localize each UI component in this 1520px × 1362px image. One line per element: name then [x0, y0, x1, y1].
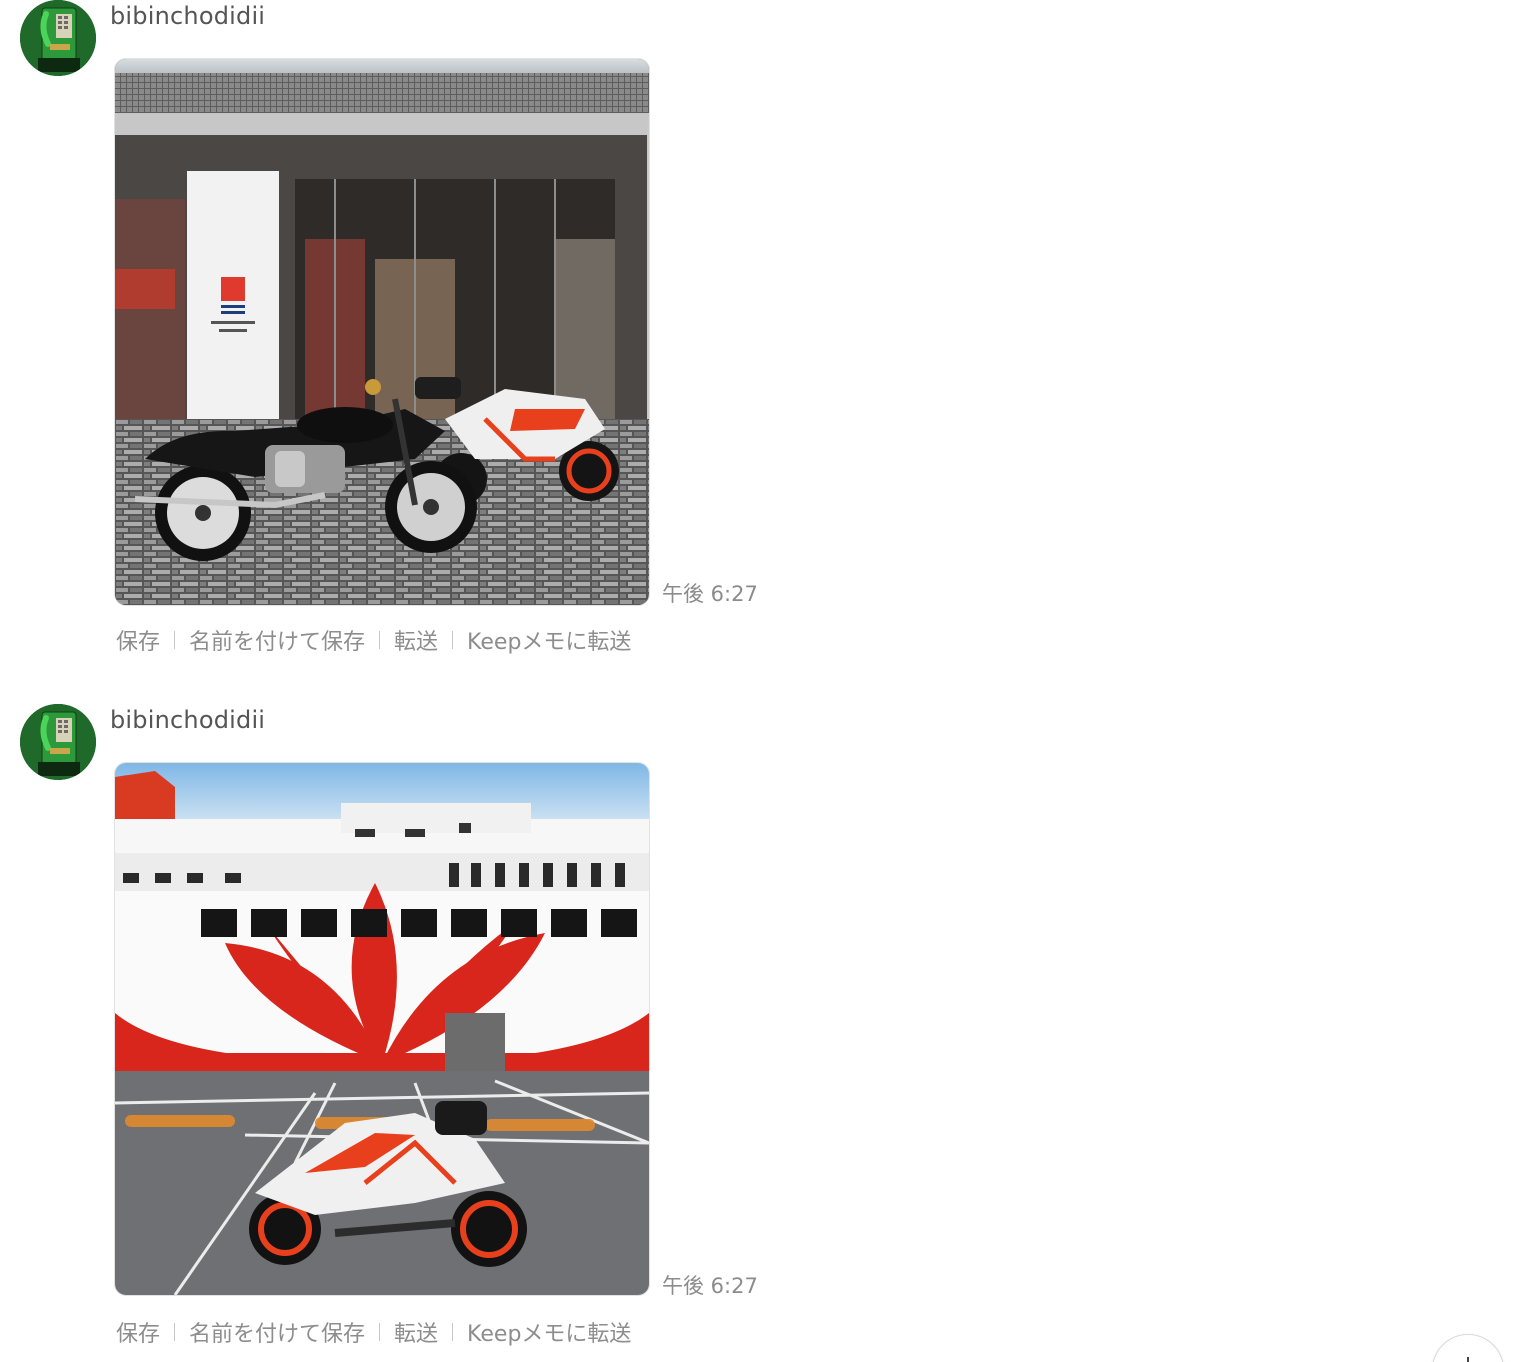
- payphone-icon: [20, 0, 96, 76]
- chat-timeline: bibinchodidii 午後 6:27 保存 名前を付けて保存 転送 Kee…: [0, 0, 1520, 1362]
- save-link[interactable]: 保存: [116, 624, 160, 656]
- action-divider: [379, 631, 381, 649]
- action-divider: [452, 1323, 454, 1341]
- action-divider: [174, 1323, 176, 1341]
- save-link[interactable]: 保存: [116, 1316, 160, 1348]
- payphone-icon: [20, 704, 96, 780]
- ferry-image: [115, 763, 649, 1295]
- action-divider: [379, 1323, 381, 1341]
- message-time: 午後 6:27: [662, 1274, 758, 1298]
- avatar[interactable]: [20, 704, 96, 780]
- photo-motorcycles-building[interactable]: [114, 58, 650, 606]
- save-as-link[interactable]: 名前を付けて保存: [189, 1316, 365, 1348]
- scroll-down-button[interactable]: [1432, 1334, 1504, 1362]
- message-actions: 保存 名前を付けて保存 転送 Keepメモに転送: [116, 1316, 631, 1348]
- sender-name: bibinchodidii: [110, 2, 266, 30]
- arrow-down-icon: [1467, 1357, 1469, 1362]
- save-as-link[interactable]: 名前を付けて保存: [189, 624, 365, 656]
- motorcycles-image: [115, 59, 649, 605]
- keep-memo-forward-link[interactable]: Keepメモに転送: [467, 624, 631, 656]
- action-divider: [174, 631, 176, 649]
- forward-link[interactable]: 転送: [394, 624, 438, 656]
- action-divider: [452, 631, 454, 649]
- sender-name: bibinchodidii: [110, 706, 266, 734]
- photo-motorcycle-ferry[interactable]: [114, 762, 650, 1296]
- avatar[interactable]: [20, 0, 96, 76]
- message-actions: 保存 名前を付けて保存 転送 Keepメモに転送: [116, 624, 631, 656]
- message-time: 午後 6:27: [662, 582, 758, 606]
- forward-link[interactable]: 転送: [394, 1316, 438, 1348]
- keep-memo-forward-link[interactable]: Keepメモに転送: [467, 1316, 631, 1348]
